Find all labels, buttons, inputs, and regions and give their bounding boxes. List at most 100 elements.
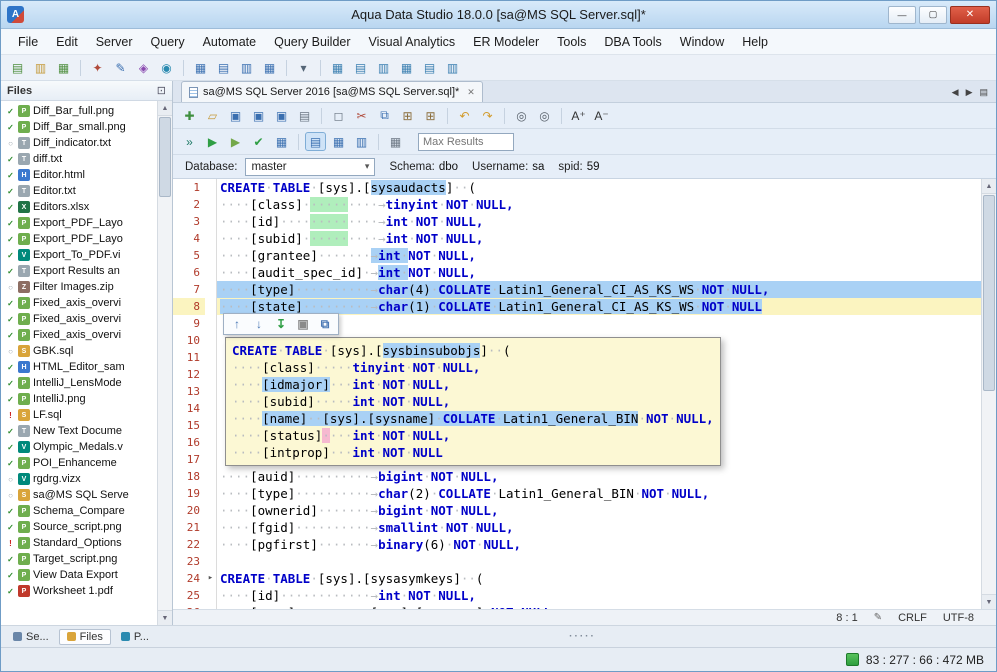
menu-er-modeler[interactable]: ER Modeler <box>464 31 548 53</box>
paste-button[interactable]: ⊞ <box>397 106 418 125</box>
file-item[interactable]: ✓PDiff_Bar_full.png <box>1 103 157 119</box>
file-item[interactable]: ✓PExport_PDF_Layo <box>1 215 157 231</box>
editor-scrollbar-thumb[interactable] <box>983 195 995 391</box>
code-line[interactable]: 21····[fgid]··········→smallint·NOT·NULL… <box>173 519 981 536</box>
minimize-button[interactable]: — <box>888 6 916 24</box>
files-scrollbar[interactable]: ▲ ▼ <box>157 101 172 625</box>
file-item[interactable]: ✓PWorksheet 1.pdf <box>1 583 157 599</box>
edit-mode-icon[interactable]: ✎ <box>874 612 882 623</box>
code-line[interactable]: 2····[class]··········→tinyint·NOT·NULL, <box>173 196 981 213</box>
menu-window[interactable]: Window <box>671 31 733 53</box>
file-item[interactable]: ✓HHTML_Editor_sam <box>1 359 157 375</box>
register-server-button[interactable]: ▤ <box>7 58 28 77</box>
panel-tab-servers[interactable]: Se... <box>5 629 57 645</box>
menu-edit[interactable]: Edit <box>47 31 87 53</box>
menu-query[interactable]: Query <box>142 31 194 53</box>
open-file-button[interactable]: ▱ <box>202 106 223 125</box>
splitter-handle[interactable]: ····· <box>173 631 992 642</box>
results-pivot-button[interactable]: ▥ <box>373 58 394 77</box>
file-item[interactable]: ✓VExport_To_PDF.vi <box>1 247 157 263</box>
code-line[interactable]: 5····[grantee]·······→int·NOT·NULL, <box>173 247 981 264</box>
find-in-files-button[interactable]: ◎ <box>534 106 555 125</box>
code-line[interactable]: 4····[subid]··········→int·NOT·NULL, <box>173 230 981 247</box>
file-item[interactable]: ✓TEditor.txt <box>1 183 157 199</box>
er-modeler-button[interactable]: ◈ <box>133 58 154 77</box>
results-grid-button[interactable]: ▦ <box>327 58 348 77</box>
apply-change-button[interactable]: ↧ <box>271 315 291 333</box>
next-difference-button[interactable]: ↓ <box>249 315 269 333</box>
file-item[interactable]: ✓PFixed_axis_overvi <box>1 295 157 311</box>
connect-button[interactable]: ▥ <box>30 58 51 77</box>
scroll-down-icon[interactable]: ▼ <box>158 610 172 625</box>
file-item[interactable]: ✓PIntelliJ_LensMode <box>1 375 157 391</box>
menu-tools[interactable]: Tools <box>548 31 595 53</box>
editor-scroll-down-icon[interactable]: ▼ <box>982 594 996 609</box>
cut-button[interactable]: ✂ <box>351 106 372 125</box>
file-item[interactable]: ✓PFixed_axis_overvi <box>1 311 157 327</box>
new-file-button[interactable]: ✚ <box>179 106 200 125</box>
pin-icon[interactable]: ⊡ <box>157 84 166 97</box>
file-item[interactable]: ✓PSource_script.png <box>1 519 157 535</box>
print-button[interactable]: ▤ <box>294 106 315 125</box>
scroll-up-icon[interactable]: ▲ <box>158 101 172 116</box>
table-ddl-button[interactable]: ▤ <box>213 58 234 77</box>
results-form-button[interactable]: ▦ <box>396 58 417 77</box>
editor-scroll-up-icon[interactable]: ▲ <box>982 179 996 194</box>
menu-server[interactable]: Server <box>87 31 142 53</box>
results-grid-mode-button[interactable]: ▥ <box>351 132 372 151</box>
menu-visual-analytics[interactable]: Visual Analytics <box>360 31 465 53</box>
file-item[interactable]: ✓PFixed_axis_overvi <box>1 327 157 343</box>
tab-list-icon[interactable]: ▤ <box>979 87 988 98</box>
file-item[interactable]: ✓PView Data Export <box>1 567 157 583</box>
file-item[interactable]: ✓TExport Results an <box>1 263 157 279</box>
code-line[interactable]: 22····[pgfirst]·······→binary(6)·NOT·NUL… <box>173 536 981 553</box>
tab-prev-icon[interactable]: ◀ <box>952 87 959 98</box>
file-item[interactable]: !PStandard_Options <box>1 535 157 551</box>
save-as-button[interactable]: ▣ <box>248 106 269 125</box>
maximize-button[interactable]: ▢ <box>919 6 947 24</box>
previous-difference-button[interactable]: ↑ <box>227 315 247 333</box>
menu-dba-tools[interactable]: DBA Tools <box>595 31 670 53</box>
panel-tab-files[interactable]: Files <box>59 629 111 645</box>
file-item[interactable]: ✓PDiff_Bar_small.png <box>1 119 157 135</box>
file-item[interactable]: ✓Tdiff.txt <box>1 151 157 167</box>
file-item[interactable]: ✓PPOI_Enhanceme <box>1 455 157 471</box>
execute-script-button[interactable]: » <box>179 132 200 151</box>
results-text-mode-button[interactable]: ▦ <box>328 132 349 151</box>
sql-history-button[interactable]: ▤ <box>305 132 326 151</box>
file-item[interactable]: ○TDiff_indicator.txt <box>1 135 157 151</box>
views-button[interactable]: ▦ <box>259 58 280 77</box>
code-line[interactable]: 7····[type]··········→char(4)·COLLATE·La… <box>173 281 981 298</box>
code-line[interactable]: 6····[audit_spec_id]·→int·NOT·NULL, <box>173 264 981 281</box>
file-item[interactable]: ✓PTarget_script.png <box>1 551 157 567</box>
close-button[interactable]: ✕ <box>950 6 990 24</box>
copy-button[interactable]: ⧉ <box>374 106 395 125</box>
code-line[interactable]: 19····[type]··········→char(2)·COLLATE·L… <box>173 485 981 502</box>
popup-code-line[interactable]: CREATE·TABLE·[sys].[sysbinsubobjs]··( <box>232 342 714 359</box>
decrease-font-button[interactable]: A⁻ <box>591 106 612 125</box>
visual-analytics-button[interactable]: ◉ <box>156 58 177 77</box>
menu-query-builder[interactable]: Query Builder <box>265 31 359 53</box>
increase-font-button[interactable]: A⁺ <box>568 106 589 125</box>
file-item[interactable]: ✓PSchema_Compare <box>1 503 157 519</box>
sql-editor[interactable]: 1CREATE·TABLE·[sys].[sysaudacts]··(2····… <box>173 179 996 609</box>
code-line[interactable]: 26····[name]··········[sys].[sysname]·NO… <box>173 604 981 609</box>
popup-code-line[interactable]: ····[class]·····tinyint·NOT·NULL, <box>232 359 714 376</box>
menu-help[interactable]: Help <box>733 31 777 53</box>
file-item[interactable]: ○Ssa@MS SQL Serve <box>1 487 157 503</box>
procedures-button[interactable]: ▥ <box>236 58 257 77</box>
results-text-button[interactable]: ▤ <box>350 58 371 77</box>
open-recent-button[interactable]: ▾ <box>293 58 314 77</box>
file-item[interactable]: ✓PIntelliJ.png <box>1 391 157 407</box>
files-scrollbar-thumb[interactable] <box>159 117 171 197</box>
code-line[interactable]: 18····[auid]··········→bigint·NOT·NULL, <box>173 468 981 485</box>
code-line[interactable]: 1CREATE·TABLE·[sys].[sysaudacts]··( <box>173 179 981 196</box>
max-results-input[interactable] <box>418 133 514 151</box>
encoding-indicator[interactable]: UTF-8 <box>943 612 974 624</box>
describe-object-button[interactable]: ▦ <box>271 132 292 151</box>
file-item[interactable]: ○SGBK.sql <box>1 343 157 359</box>
lock-scrolling-button[interactable]: ▣ <box>293 315 313 333</box>
row-limit-button[interactable]: ▦ <box>385 132 406 151</box>
file-item[interactable]: ○Vrgdrg.vizx <box>1 471 157 487</box>
query-builder-button[interactable]: ✎ <box>110 58 131 77</box>
